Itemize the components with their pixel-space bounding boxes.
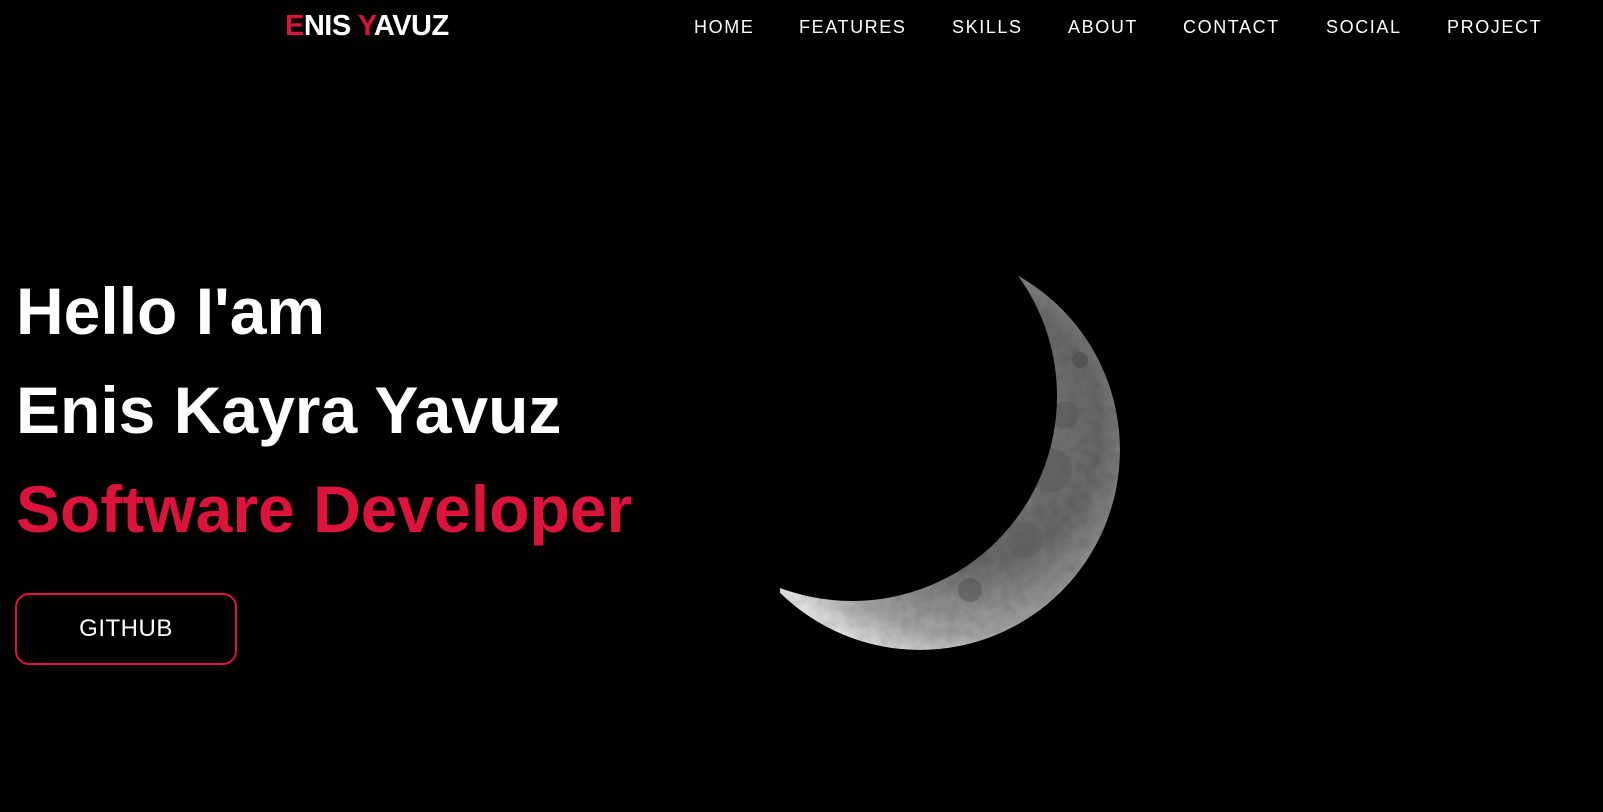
hero-role: Software Developer [16,472,633,546]
hero-name: Enis Kayra Yavuz [16,373,562,447]
nav-item-features[interactable]: FEATURES [799,16,906,38]
nav-item-contact[interactable]: CONTACT [1183,16,1280,38]
nav-item-social[interactable]: SOCIAL [1326,16,1402,38]
nav-item-home[interactable]: HOME [694,16,754,38]
hero-greeting: Hello I'am [16,274,326,348]
github-button[interactable]: GITHUB [15,593,237,665]
nav-item-skills[interactable]: SKILLS [952,16,1023,38]
crescent-moon-image [780,250,1120,650]
github-button-label: GITHUB [79,615,173,642]
site-header: ENIS YAVUZ HOME FEATURES SKILLS ABOUT CO… [0,0,1603,54]
hero-text-block: Hello I'am Enis Kayra Yavuz Software Dev… [16,262,632,559]
nav-item-project[interactable]: PROJECT [1447,16,1542,38]
main-nav: HOME FEATURES SKILLS ABOUT CONTACT SOCIA… [0,16,1603,40]
nav-item-about[interactable]: ABOUT [1068,16,1138,38]
